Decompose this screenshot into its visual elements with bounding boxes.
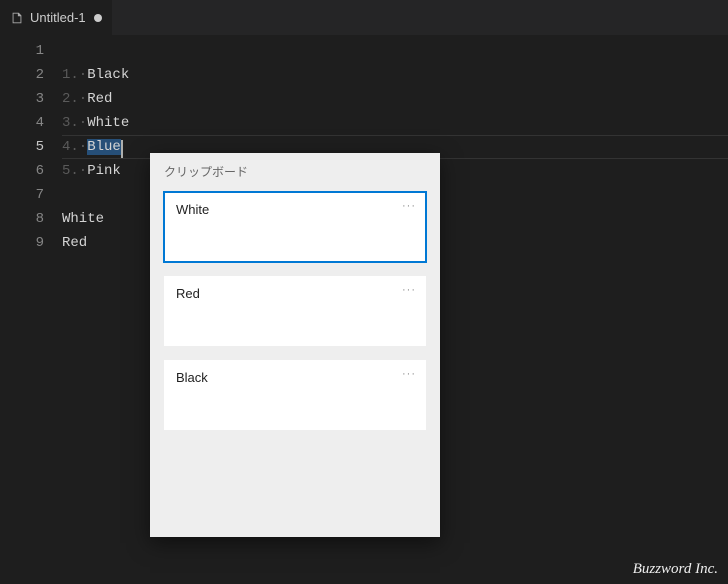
clipboard-list: White ··· Red ··· Black ··· bbox=[150, 186, 440, 436]
line-number: 7 bbox=[0, 183, 44, 207]
clipboard-popup: クリップボード White ··· Red ··· Black ··· bbox=[150, 153, 440, 537]
line-number: 1 bbox=[0, 39, 44, 63]
more-icon[interactable]: ··· bbox=[402, 200, 416, 212]
line-number: 6 bbox=[0, 159, 44, 183]
clipboard-item[interactable]: Black ··· bbox=[164, 360, 426, 430]
tab-untitled[interactable]: Untitled-1 bbox=[0, 0, 113, 35]
line-number: 4 bbox=[0, 111, 44, 135]
clipboard-item[interactable]: White ··· bbox=[164, 192, 426, 262]
code-line[interactable]: 2.·Red bbox=[62, 87, 728, 111]
code-line[interactable]: 1.·Black bbox=[62, 63, 728, 87]
clipboard-item-text: Black bbox=[176, 370, 208, 385]
more-icon[interactable]: ··· bbox=[402, 284, 416, 296]
code-line[interactable]: 3.·White bbox=[62, 111, 728, 135]
code-line[interactable] bbox=[62, 39, 728, 63]
clipboard-item[interactable]: Red ··· bbox=[164, 276, 426, 346]
line-number: 5 bbox=[0, 135, 44, 159]
clipboard-item-text: White bbox=[176, 202, 209, 217]
line-number: 9 bbox=[0, 231, 44, 255]
text-selection: Blue bbox=[87, 139, 121, 155]
line-number: 8 bbox=[0, 207, 44, 231]
line-number-gutter: 1 2 3 4 5 6 7 8 9 bbox=[0, 35, 62, 584]
clipboard-title: クリップボード bbox=[150, 153, 440, 186]
watermark-text: Buzzword Inc. bbox=[633, 561, 718, 578]
text-cursor bbox=[121, 140, 123, 158]
clipboard-item-text: Red bbox=[176, 286, 200, 301]
tab-bar: Untitled-1 bbox=[0, 0, 728, 35]
modified-dot-icon bbox=[94, 14, 102, 22]
line-number: 3 bbox=[0, 87, 44, 111]
tab-title: Untitled-1 bbox=[30, 10, 86, 25]
line-number: 2 bbox=[0, 63, 44, 87]
more-icon[interactable]: ··· bbox=[402, 368, 416, 380]
file-icon bbox=[10, 11, 24, 25]
